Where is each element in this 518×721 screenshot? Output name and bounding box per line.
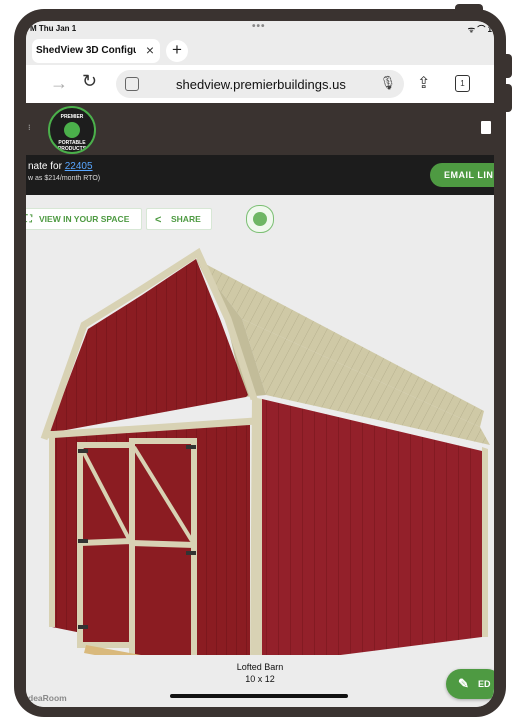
site-settings-icon[interactable] <box>125 77 139 91</box>
screen: M Thu Jan 1 ••• ᯤ ⌒ 1 ShedView 3D Config… <box>26 21 494 707</box>
microphone-icon[interactable]: 🎙 <box>379 75 396 91</box>
share-nodes-icon: < <box>155 214 162 226</box>
browser-tab-bar: ShedView 3D Configura × + <box>26 37 494 65</box>
close-tab-icon[interactable]: × <box>146 42 154 58</box>
share-label: SHARE <box>171 214 201 224</box>
edit-button[interactable]: ✎ ED <box>446 669 494 699</box>
status-icons: ᯤ ⌒ 1 <box>467 25 492 34</box>
tab-shedview[interactable]: ShedView 3D Configura × <box>32 39 160 63</box>
view-space-label: VIEW IN YOUR SPACE <box>39 214 130 224</box>
edit-label: ED <box>478 679 491 689</box>
forward-arrow-icon[interactable]: → <box>50 73 68 94</box>
email-label: EMAIL LIN <box>444 170 494 180</box>
product-caption: Lofted Barn 10 x 12 <box>26 661 494 685</box>
pencil-icon: ✎ <box>458 676 469 691</box>
document-icon[interactable] <box>481 121 491 134</box>
watermark-logo-icon <box>246 205 274 233</box>
zip-link[interactable]: 22405 <box>65 161 93 172</box>
new-tab-button[interactable]: + <box>166 40 188 62</box>
premier-logo[interactable]: PREMIER PORTABLE PRODUCTS <box>48 106 96 154</box>
estimate-bar: nate for 22405 w as $214/month RTO) EMAI… <box>26 155 494 195</box>
view-in-your-space-button[interactable]: ⛶ VIEW IN YOUR SPACE <box>26 208 142 230</box>
estimate-line: nate for 22405 <box>28 161 93 172</box>
url-text: shedview.premierbuildings.us <box>176 77 346 92</box>
site-header: ⁝ PREMIER PORTABLE PRODUCTS <box>26 103 494 155</box>
status-bar: M Thu Jan 1 ••• ᯤ ⌒ 1 <box>26 21 494 37</box>
shed-render[interactable] <box>26 235 494 655</box>
ar-icon: ⛶ <box>26 214 32 225</box>
3d-viewer[interactable]: ⛶ VIEW IN YOUR SPACE < SHARE Lofted Barn… <box>26 195 494 707</box>
menu-icon[interactable]: ⁝ <box>28 123 31 133</box>
logo-mark <box>64 122 80 138</box>
logo-text-bottom: PORTABLE PRODUCTS <box>57 140 87 152</box>
idearoom-brand: deaRoom <box>28 693 67 703</box>
ipad-frame: M Thu Jan 1 ••• ᯤ ⌒ 1 ShedView 3D Config… <box>0 0 518 721</box>
tab-count-icon[interactable]: 1 <box>455 75 470 92</box>
url-field[interactable]: shedview.premierbuildings.us 🎙 <box>116 70 404 98</box>
multitask-dots[interactable]: ••• <box>252 21 266 32</box>
side-wall <box>262 399 482 655</box>
share-icon[interactable]: ⇪ <box>417 73 430 93</box>
status-time: M Thu Jan 1 <box>30 24 77 33</box>
share-button[interactable]: < SHARE <box>146 208 212 230</box>
home-indicator[interactable] <box>170 694 348 698</box>
estimate-sub: w as $214/month RTO) <box>28 175 101 182</box>
door-right <box>129 438 197 655</box>
logo-text-top: PREMIER <box>60 114 84 120</box>
product-size: 10 x 12 <box>245 674 275 684</box>
estimate-prefix: nate for <box>28 161 65 172</box>
address-bar-row: → ↻ shedview.premierbuildings.us 🎙 ⇪ 1 <box>26 65 494 103</box>
product-name: Lofted Barn <box>236 662 284 672</box>
reload-icon[interactable]: ↻ <box>82 71 97 92</box>
tab-title: ShedView 3D Configura <box>36 45 136 56</box>
email-link-button[interactable]: EMAIL LIN <box>430 163 494 187</box>
